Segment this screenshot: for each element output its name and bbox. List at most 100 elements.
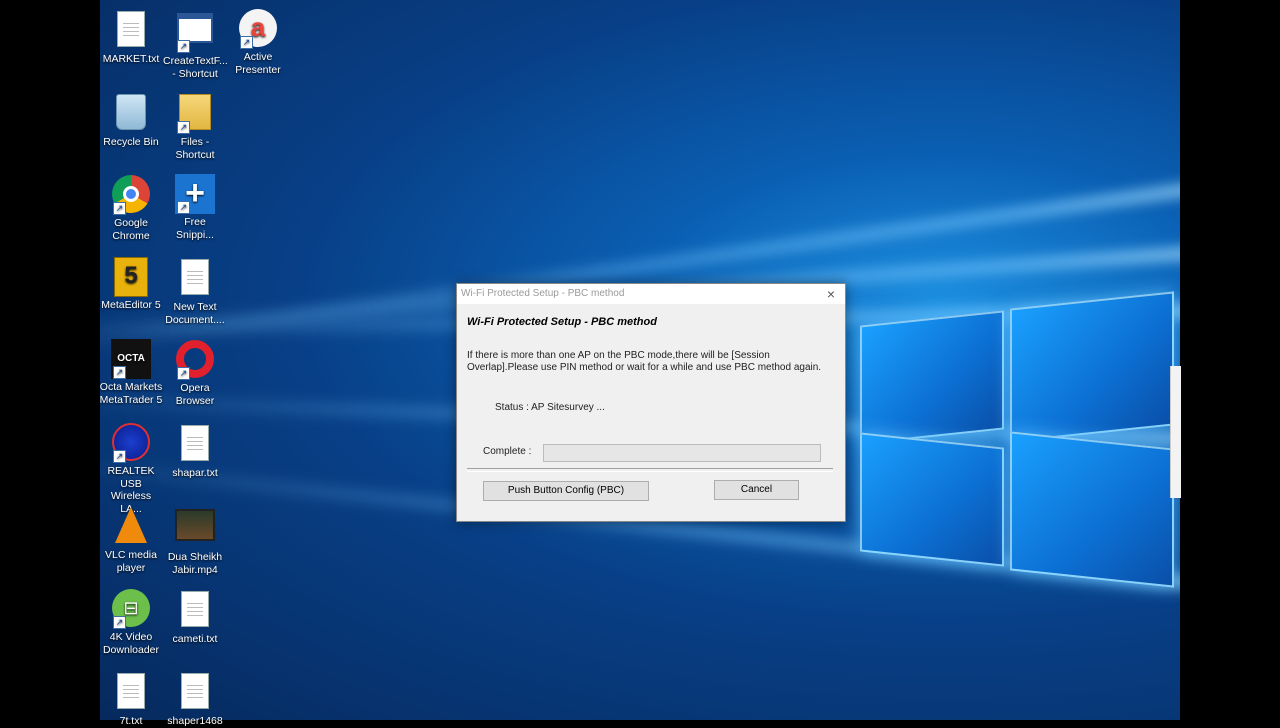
icon-label: player xyxy=(116,561,146,574)
icon-label: 7t.txt xyxy=(119,715,143,727)
desktop-icon[interactable]: OCTA ↗ Octa Markets MetaTrader 5 xyxy=(99,339,163,406)
icon-label: New Text xyxy=(173,301,217,313)
logo-pane xyxy=(860,310,1004,445)
shortcut-arrow-icon: ↗ xyxy=(177,367,190,380)
metaeditor-icon: 5 xyxy=(114,257,148,297)
icon-glyph xyxy=(111,507,151,547)
icon-label: REALTEK USB xyxy=(107,465,155,490)
icon-glyph xyxy=(175,425,215,465)
icon-label: Dua Sheikh xyxy=(167,551,223,563)
icon-glyph: ↗ xyxy=(175,340,215,380)
close-icon[interactable]: × xyxy=(823,284,839,304)
push-button-config-button[interactable]: Push Button Config (PBC) xyxy=(483,481,649,501)
icon-label: Shortcut xyxy=(175,148,215,161)
text-file-icon xyxy=(181,259,209,295)
desktop-icon[interactable]: shaper1468 xyxy=(163,670,227,728)
vlc-cone-icon xyxy=(115,507,147,543)
icon-label: CreateTextF... xyxy=(163,55,228,67)
windows-logo xyxy=(860,270,1180,600)
dialog-message: If there is more than one AP on the PBC … xyxy=(467,350,822,373)
text-file-icon xyxy=(181,425,209,461)
icon-glyph: + ↗ xyxy=(175,174,215,214)
icon-label: 4K Video xyxy=(109,631,153,643)
shortcut-arrow-icon: ↗ xyxy=(177,121,190,134)
icon-label: Browser xyxy=(175,394,215,407)
icon-label: MetaTrader 5 xyxy=(99,393,163,406)
icon-label: MetaEditor 5 xyxy=(101,299,161,311)
desktop-icon[interactable]: cameti.txt xyxy=(163,588,227,646)
cancel-button[interactable]: Cancel xyxy=(714,480,799,500)
icon-glyph: ↗ xyxy=(175,94,215,134)
icon-glyph: ↗ xyxy=(175,13,215,53)
desktop-icon[interactable]: VLC media player xyxy=(99,505,163,574)
desktop-icon[interactable]: ↗ Google Chrome xyxy=(99,174,163,242)
desktop-icon[interactable]: ↗ CreateTextF... - Shortcut xyxy=(163,8,228,80)
icon-label: Presenter xyxy=(235,63,281,76)
shortcut-arrow-icon: ↗ xyxy=(113,450,126,463)
icon-glyph xyxy=(175,673,215,713)
icon-label: Downloader xyxy=(102,643,160,656)
icon-glyph xyxy=(175,591,215,631)
desktop-icon[interactable]: shapar.txt xyxy=(163,422,227,480)
icon-label: Opera xyxy=(180,382,210,394)
desktop-icon[interactable]: ⊟ ↗ 4K Video Downloader xyxy=(99,588,163,656)
logo-pane xyxy=(1010,291,1174,443)
icon-label: Recycle Bin xyxy=(103,136,159,148)
icon-glyph: ↗ xyxy=(111,423,151,463)
icon-glyph: ↗ xyxy=(111,175,151,215)
icon-glyph: OCTA ↗ xyxy=(111,339,151,379)
complete-label: Complete : xyxy=(483,446,532,457)
icon-label: Free xyxy=(184,216,206,228)
desktop-icon[interactable]: 5 MetaEditor 5 xyxy=(99,256,163,312)
progress-bar xyxy=(543,444,821,462)
icon-label: MARKET.txt xyxy=(102,53,160,65)
text-file-icon xyxy=(181,591,209,627)
icon-label: - Shortcut xyxy=(172,67,218,80)
wps-dialog: Wi-Fi Protected Setup - PBC method × Wi-… xyxy=(456,283,846,522)
text-file-icon xyxy=(117,673,145,709)
icon-glyph: a ↗ xyxy=(238,9,278,49)
background-window-edge xyxy=(1170,366,1181,498)
text-file-icon xyxy=(117,11,145,47)
icon-glyph xyxy=(111,94,151,134)
recycle-bin-icon xyxy=(116,94,146,130)
shortcut-arrow-icon: ↗ xyxy=(113,366,126,379)
desktop-icon[interactable]: Recycle Bin xyxy=(99,91,163,149)
icon-glyph xyxy=(175,509,215,549)
icon-label: Document.... xyxy=(165,313,225,326)
status-text: Status : AP Sitesurvey ... xyxy=(495,402,605,413)
desktop-icon[interactable]: MARKET.txt xyxy=(99,8,163,66)
shortcut-arrow-icon: ↗ xyxy=(113,616,126,629)
desktop-icon[interactable]: 7t.txt xyxy=(99,670,163,728)
text-file-icon xyxy=(181,673,209,709)
icon-label: Jabir.mp4 xyxy=(172,563,218,576)
icon-label: shapar.txt xyxy=(172,467,218,479)
icon-glyph: 5 xyxy=(111,257,151,297)
window-icon xyxy=(177,13,213,43)
icon-label: Chrome xyxy=(112,229,150,242)
desktop-icon[interactable]: ↗ Files - Shortcut xyxy=(163,91,227,161)
icon-label: Snippi... xyxy=(176,228,214,241)
desktop-icon[interactable]: New Text Document.... xyxy=(163,256,227,326)
shortcut-arrow-icon: ↗ xyxy=(177,201,190,214)
icon-glyph: ⊟ ↗ xyxy=(111,589,151,629)
video-thumbnail-icon xyxy=(175,509,215,541)
icon-label: Google xyxy=(114,217,148,229)
desktop-icon[interactable]: Dua Sheikh Jabir.mp4 xyxy=(163,505,227,576)
icon-label: VLC media xyxy=(105,549,157,561)
dialog-title: Wi-Fi Protected Setup - PBC method xyxy=(461,288,625,299)
shortcut-arrow-icon: ↗ xyxy=(240,36,253,49)
icon-label: shaper1468 xyxy=(167,715,223,727)
icon-label: Octa Markets xyxy=(99,381,163,393)
shortcut-arrow-icon: ↗ xyxy=(177,40,190,53)
desktop-icon[interactable]: ↗ REALTEK USB Wireless LA... xyxy=(99,422,163,515)
logo-pane xyxy=(860,432,1004,567)
desktop-icon[interactable]: + ↗ Free Snippi... xyxy=(163,174,227,241)
icon-glyph xyxy=(111,673,151,713)
desktop-icon[interactable]: a ↗ Active Presenter xyxy=(226,8,290,76)
separator xyxy=(467,468,833,472)
dialog-heading: Wi-Fi Protected Setup - PBC method xyxy=(467,316,657,328)
desktop-icon[interactable]: ↗ Opera Browser xyxy=(163,339,227,407)
icon-label: Files - xyxy=(180,136,210,148)
dialog-titlebar[interactable]: Wi-Fi Protected Setup - PBC method × xyxy=(457,284,845,304)
